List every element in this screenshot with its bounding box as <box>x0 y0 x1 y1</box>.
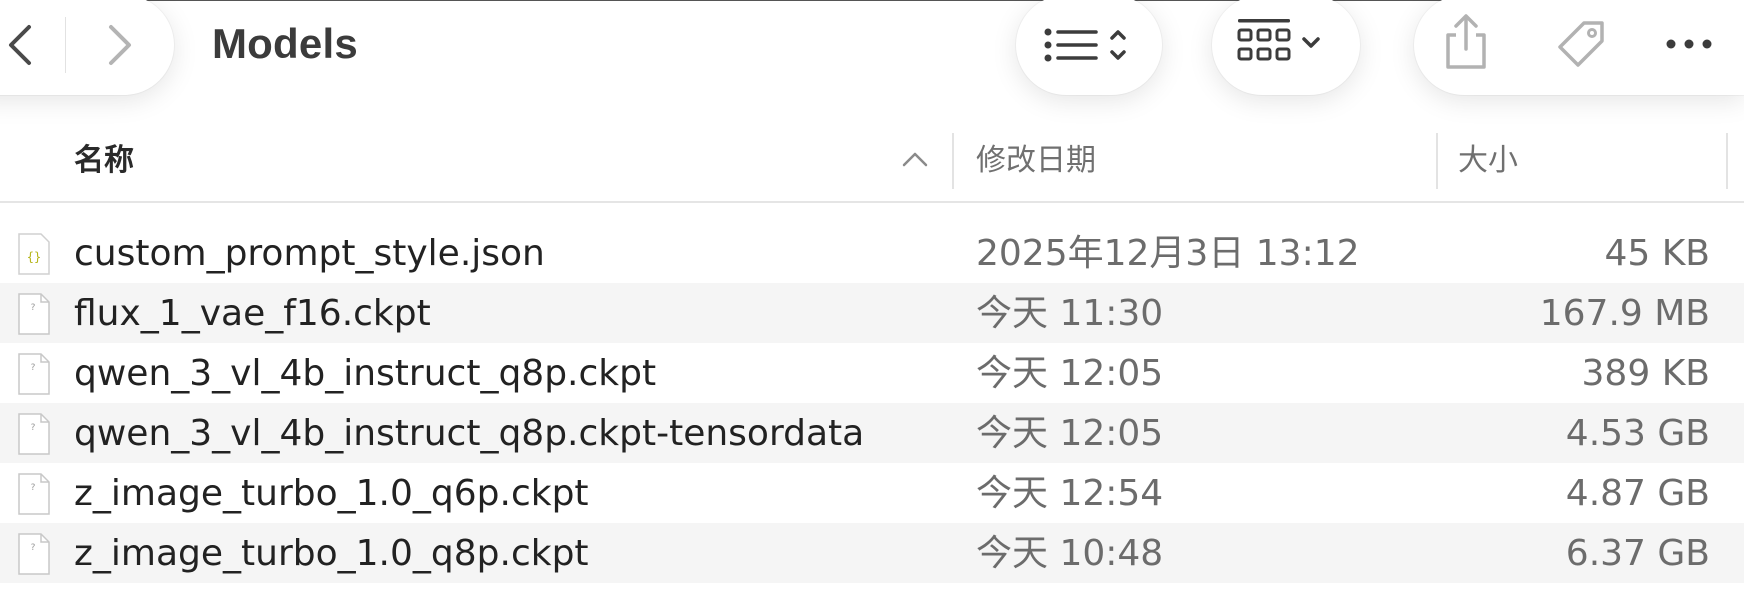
file-name: qwen_3_vl_4b_instruct_q8p.ckpt-tensordat… <box>74 413 865 454</box>
file-row[interactable]: ? z_image_turbo_1.0_q8p.ckpt 今天 10:48 6.… <box>0 523 1744 583</box>
window-title: Models <box>212 20 358 67</box>
more-button[interactable] <box>1664 29 1714 59</box>
file-date: 今天 10:48 <box>976 533 1164 574</box>
back-button[interactable] <box>0 19 40 71</box>
document-icon: ? <box>18 533 50 575</box>
finder-window: Models 名称 修改日期 大小 {} custom_prompt_style… <box>0 0 1744 596</box>
sort-ascending-indicator[interactable] <box>900 149 930 173</box>
file-size: 389 KB <box>1581 353 1710 394</box>
document-icon: ? <box>18 473 50 515</box>
file-date: 今天 12:05 <box>976 353 1164 394</box>
file-size: 45 KB <box>1604 233 1710 274</box>
column-divider[interactable] <box>952 133 954 189</box>
chevron-left-icon <box>9 25 31 65</box>
svg-text:?: ? <box>31 303 36 313</box>
list-view-button[interactable] <box>1040 21 1140 69</box>
column-date-header[interactable]: 修改日期 <box>976 141 1096 181</box>
file-name: custom_prompt_style.json <box>74 233 545 274</box>
column-divider[interactable] <box>1436 133 1438 189</box>
column-size-header[interactable]: 大小 <box>1458 141 1518 181</box>
group-by-button[interactable] <box>1236 15 1336 71</box>
file-row[interactable]: ? qwen_3_vl_4b_instruct_q8p.ckpt 今天 12:0… <box>0 343 1744 403</box>
svg-text:{}: {} <box>27 250 41 264</box>
ellipsis-icon <box>1666 39 1712 49</box>
file-size: 4.53 GB <box>1565 413 1710 454</box>
document-icon: ? <box>18 293 50 335</box>
file-size: 6.37 GB <box>1565 533 1710 574</box>
icon-grid-view-icon <box>1237 19 1320 61</box>
file-date: 今天 12:54 <box>976 473 1164 514</box>
share-button[interactable] <box>1440 11 1492 73</box>
svg-text:?: ? <box>31 483 36 493</box>
nav-divider <box>65 17 66 73</box>
file-name: flux_1_vae_f16.ckpt <box>74 293 431 334</box>
file-size: 4.87 GB <box>1565 473 1710 514</box>
svg-text:?: ? <box>31 363 36 373</box>
file-row[interactable]: ? qwen_3_vl_4b_instruct_q8p.ckpt-tensord… <box>0 403 1744 463</box>
forward-button[interactable] <box>100 19 140 71</box>
column-header: 名称 修改日期 大小 <box>0 123 1744 203</box>
file-list: {} custom_prompt_style.json 2025年12月3日 1… <box>0 223 1744 583</box>
column-divider[interactable] <box>1726 133 1728 189</box>
column-name-header[interactable]: 名称 <box>74 141 134 181</box>
file-size: 167.9 MB <box>1539 293 1710 334</box>
file-row[interactable]: {} custom_prompt_style.json 2025年12月3日 1… <box>0 223 1744 283</box>
document-icon: ? <box>18 413 50 455</box>
svg-text:?: ? <box>31 543 36 553</box>
share-icon <box>1446 14 1486 69</box>
json-file-icon: {} <box>18 233 50 275</box>
file-row[interactable]: ? z_image_turbo_1.0_q6p.ckpt 今天 12:54 4.… <box>0 463 1744 523</box>
chevron-right-icon <box>109 25 131 65</box>
svg-text:?: ? <box>31 423 36 433</box>
file-name: z_image_turbo_1.0_q6p.ckpt <box>74 473 589 514</box>
file-date: 今天 12:05 <box>976 413 1164 454</box>
file-date: 2025年12月3日 13:12 <box>976 233 1360 274</box>
toolbar: Models <box>0 0 1744 106</box>
file-date: 今天 11:30 <box>976 293 1164 334</box>
tag-icon <box>1558 21 1604 67</box>
tag-button[interactable] <box>1552 15 1610 73</box>
file-row[interactable]: ? flux_1_vae_f16.ckpt 今天 11:30 167.9 MB <box>0 283 1744 343</box>
list-view-icon <box>1044 28 1126 62</box>
chevron-up-icon <box>902 152 928 167</box>
document-icon: ? <box>18 353 50 395</box>
file-name: qwen_3_vl_4b_instruct_q8p.ckpt <box>74 353 657 394</box>
file-name: z_image_turbo_1.0_q8p.ckpt <box>74 533 589 574</box>
